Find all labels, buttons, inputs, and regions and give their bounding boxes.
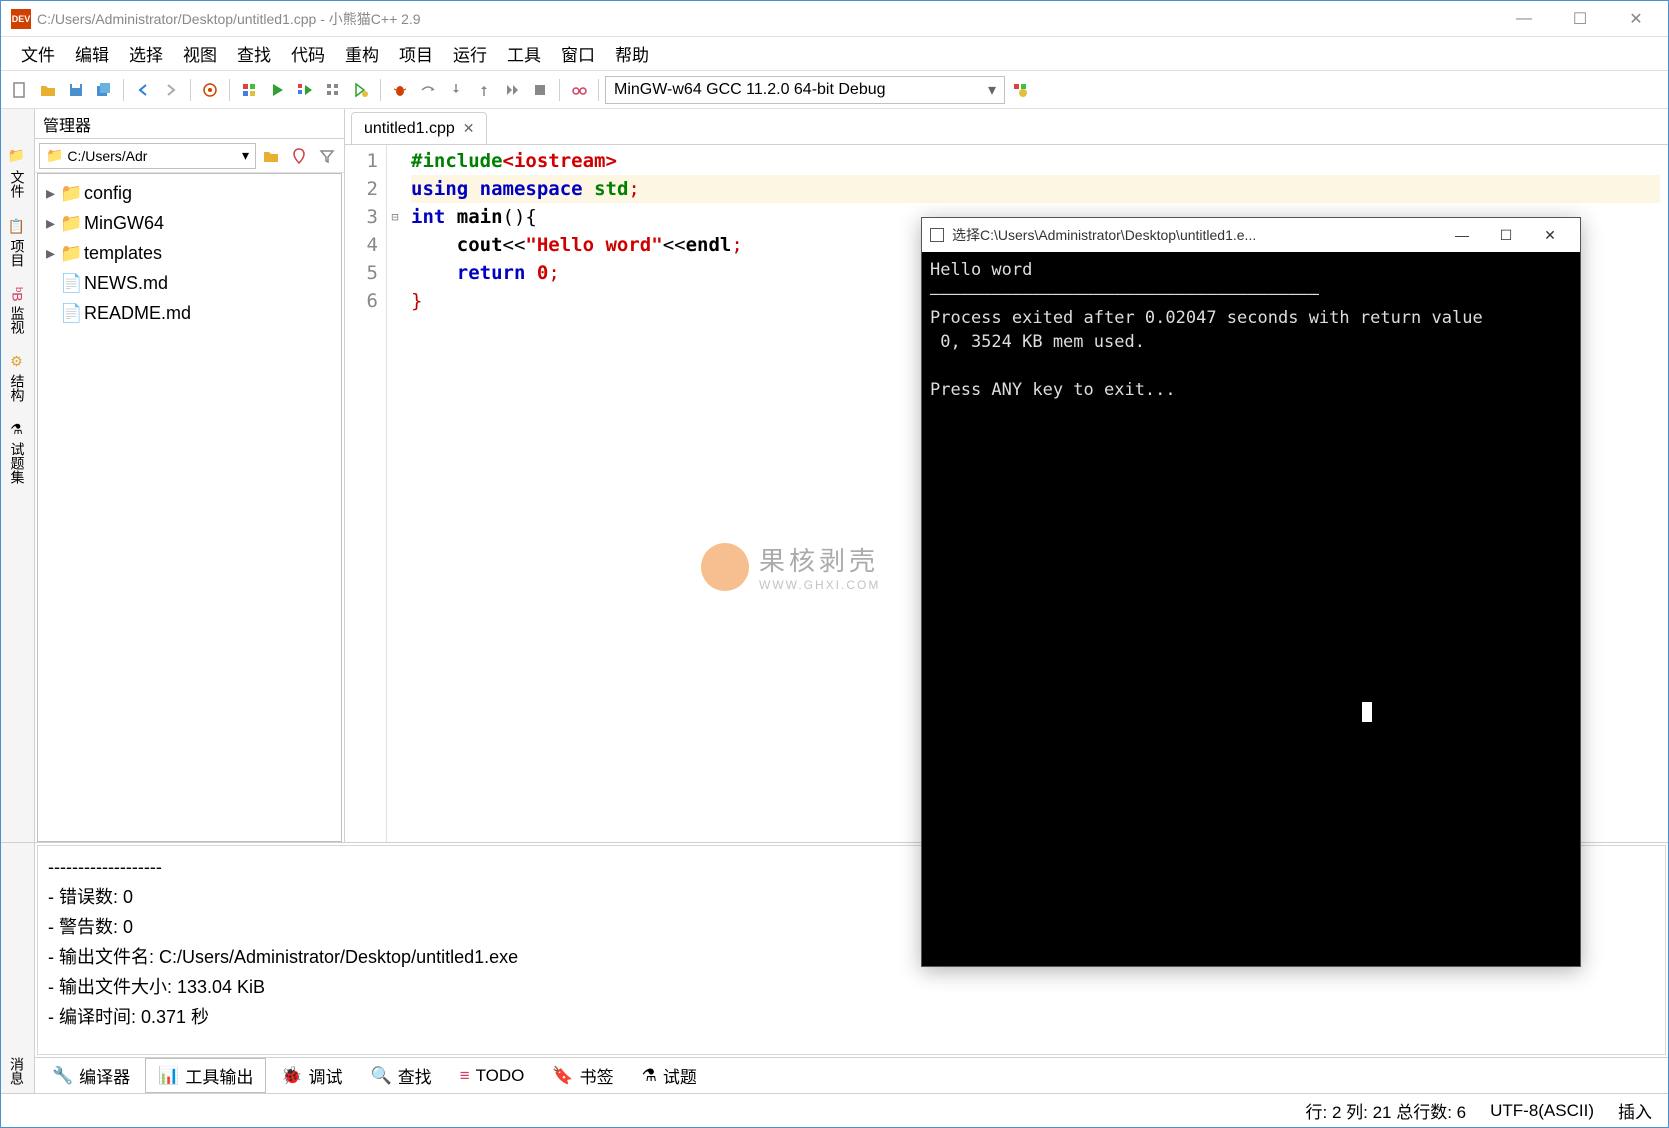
compiler-select-label: MinGW-w64 GCC 11.2.0 64-bit Debug [614,81,886,99]
new-file-icon[interactable] [7,77,33,103]
tree-item[interactable]: 📄NEWS.md [38,268,341,298]
console-icon [930,228,944,242]
tab-close-icon[interactable]: ✕ [463,120,475,137]
compile-icon[interactable] [236,77,262,103]
maximize-button[interactable]: ☐ [1552,1,1608,37]
fold-gutter: ⊟ [387,145,403,842]
menubar: 文件 编辑 选择 视图 查找 代码 重构 项目 运行 工具 窗口 帮助 [1,37,1668,71]
menu-edit[interactable]: 编辑 [65,37,119,70]
menu-refactor[interactable]: 重构 [335,37,389,70]
menu-view[interactable]: 视图 [173,37,227,70]
toolbar: MinGW-w64 GCC 11.2.0 64-bit Debug ▾ [1,71,1668,109]
left-tab-structure[interactable]: ⚙结构 [1,344,34,412]
menu-help[interactable]: 帮助 [605,37,659,70]
console-minimize-button[interactable]: ― [1440,227,1484,243]
run-params-icon[interactable] [348,77,374,103]
menu-find[interactable]: 查找 [227,37,281,70]
tree-item[interactable]: ▸📁templates [38,238,341,268]
locate-button[interactable] [286,143,312,169]
main-window: DEV C:/Users/Administrator/Desktop/untit… [0,0,1669,1128]
stop-icon[interactable] [527,77,553,103]
console-cursor [1362,702,1372,722]
open-folder-icon[interactable] [35,77,61,103]
back-icon[interactable] [130,77,156,103]
titlebar: DEV C:/Users/Administrator/Desktop/untit… [1,1,1668,37]
app-icon: DEV [11,9,31,29]
glasses-icon[interactable] [566,77,592,103]
tab-label: untitled1.cpp [364,120,455,138]
step-over-icon[interactable] [415,77,441,103]
target-icon[interactable] [197,77,223,103]
editor-tab[interactable]: untitled1.cpp ✕ [351,112,487,144]
status-encoding: UTF-8(ASCII) [1490,1101,1594,1121]
step-into-icon[interactable] [443,77,469,103]
menu-window[interactable]: 窗口 [551,37,605,70]
line-numbers: 123456 [345,145,387,842]
menu-tools[interactable]: 工具 [497,37,551,70]
forward-icon[interactable] [158,77,184,103]
sidebar-title: 管理器 [35,109,344,139]
left-tab-bar: 📁文件 📋项目 ᵇB监视 ⚙结构 ⚗试题集 [1,109,35,842]
tab-search[interactable]: 🔍查找 [358,1058,445,1093]
tab-compiler[interactable]: 🔧编译器 [39,1058,143,1093]
left-tab-problems[interactable]: ⚗试题集 [1,412,34,494]
window-title: C:/Users/Administrator/Desktop/untitled1… [37,9,1496,29]
console-maximize-button[interactable]: ☐ [1484,227,1528,244]
save-all-icon[interactable] [91,77,117,103]
left-tab-watch[interactable]: ᵇB监视 [1,277,34,344]
tab-todo[interactable]: ≡TODO [447,1061,538,1091]
console-close-button[interactable]: ✕ [1528,227,1572,244]
tab-debug[interactable]: 🐞调试 [268,1058,355,1093]
menu-project[interactable]: 项目 [389,37,443,70]
open-folder-button[interactable] [258,143,284,169]
compiler-select[interactable]: MinGW-w64 GCC 11.2.0 64-bit Debug ▾ [605,76,1005,104]
continue-icon[interactable] [499,77,525,103]
left-tab-files[interactable]: 📁文件 [1,139,34,208]
console-window: 选择C:\Users\Administrator\Desktop\untitle… [921,217,1581,967]
menu-select[interactable]: 选择 [119,37,173,70]
close-button[interactable]: ✕ [1608,1,1664,37]
bottom-left-label: 消息 [1,1049,33,1093]
status-mode: 插入 [1618,1098,1652,1123]
debug-icon[interactable] [387,77,413,103]
minimize-button[interactable]: ― [1496,1,1552,37]
menu-run[interactable]: 运行 [443,37,497,70]
compiler-settings-icon[interactable] [1007,77,1033,103]
console-title-text: 选择C:\Users\Administrator\Desktop\untitle… [952,225,1256,245]
tree-item[interactable]: 📄README.md [38,298,341,328]
tree-item[interactable]: ▸📁MinGW64 [38,208,341,238]
tab-tool-output[interactable]: 📊工具输出 [145,1058,266,1093]
status-position: 行: 2 列: 21 总行数: 6 [1306,1098,1467,1123]
save-icon[interactable] [63,77,89,103]
file-tree: ▸📁config ▸📁MinGW64 ▸📁templates 📄NEWS.md … [37,173,342,842]
dropdown-icon: ▾ [988,80,996,100]
run-icon[interactable] [264,77,290,103]
tab-bookmarks[interactable]: 🔖书签 [539,1058,626,1093]
tree-item[interactable]: ▸📁config [38,178,341,208]
menu-file[interactable]: 文件 [11,37,65,70]
step-out-icon[interactable] [471,77,497,103]
tab-exam[interactable]: ⚗试题 [629,1058,710,1093]
console-body[interactable]: Hello word ―――――――――――――――――――――――――――――… [922,252,1580,966]
console-titlebar[interactable]: 选择C:\Users\Administrator\Desktop\untitle… [922,218,1580,252]
left-tab-project[interactable]: 📋项目 [1,208,34,277]
sidebar: 管理器 📁 C:/Users/Adr▾ ▸📁config ▸📁MinGW64 ▸… [35,109,345,842]
bottom-tabs: 🔧编译器 📊工具输出 🐞调试 🔍查找 ≡TODO 🔖书签 ⚗试题 [35,1057,1668,1093]
compile-run-icon[interactable] [292,77,318,103]
menu-code[interactable]: 代码 [281,37,335,70]
editor-tabs: untitled1.cpp ✕ [345,109,1668,145]
path-input[interactable]: 📁 C:/Users/Adr▾ [39,143,256,169]
statusbar: 行: 2 列: 21 总行数: 6 UTF-8(ASCII) 插入 [1,1093,1668,1127]
rebuild-icon[interactable] [320,77,346,103]
filter-button[interactable] [314,143,340,169]
